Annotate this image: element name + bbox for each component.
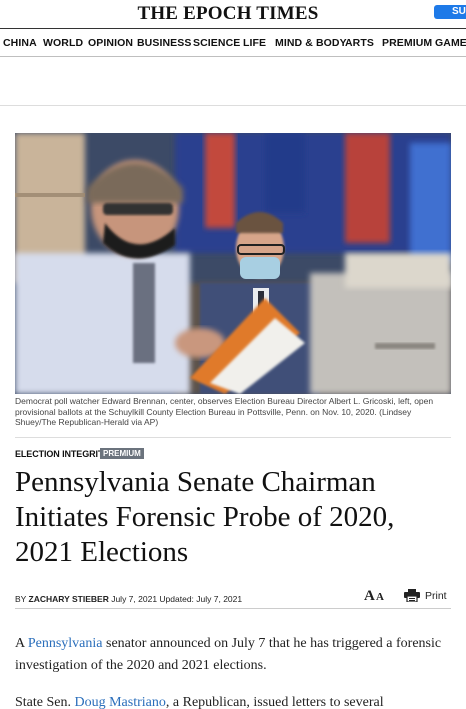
paragraph-text: State Sen. [15,695,75,709]
main-nav: CHINA WORLD OPINION BUSINESS SCIENCE LIF… [0,28,466,57]
font-size-small-glyph: A [376,591,384,603]
nav-item-science[interactable]: SCIENCE [193,37,240,49]
published-date: July 7, 2021 [108,594,160,604]
nav-item-opinion[interactable]: OPINION [88,37,133,49]
election-bureau-photo [15,133,451,394]
font-size-large-glyph: A [364,588,375,604]
article-paragraph: A Pennsylvania senator announced on July… [15,633,453,677]
nav-item-business[interactable]: BUSINESS [137,37,191,49]
nav-item-life[interactable]: LIFE [243,37,266,49]
masthead: THE EPOCH TIMES SUBSCRIBE [0,0,466,27]
updated-date: Updated: July 7, 2021 [159,594,243,604]
article-photo [15,133,451,394]
paragraph-text: , a Republican, issued letters to severa… [165,695,384,709]
paragraph-text: A [15,636,28,651]
print-button[interactable]: Print [425,590,447,602]
ad-space [0,57,466,106]
article-paragraph: State Sen. Doug Mastriano, a Republican,… [15,692,453,709]
divider [15,608,451,609]
nav-item-mind-body[interactable]: MIND & BODY [275,37,347,49]
premium-badge: PREMIUM [100,448,144,459]
font-size-icon[interactable]: A A [364,588,392,604]
nav-item-premium[interactable]: PREMIUM [382,37,432,49]
author-link[interactable]: ZACHARY STIEBER [29,594,109,604]
tag-link-doug-mastriano[interactable]: Doug Mastriano [75,695,166,709]
section-label[interactable]: ELECTION INTEGRITY [15,449,109,459]
photo-caption: Democrat poll watcher Edward Brennan, ce… [15,396,434,427]
byline-prefix: BY [15,594,29,604]
print-icon[interactable] [404,589,420,602]
tag-link-pennsylvania[interactable]: Pennsylvania [28,636,103,651]
byline: BY ZACHARY STIEBER July 7, 2021 Updated:… [15,594,242,604]
subscribe-button[interactable]: SUBSCRIBE [434,5,466,19]
nav-item-games[interactable]: GAMES [435,37,466,49]
nav-item-china[interactable]: CHINA [3,37,37,49]
site-logo[interactable]: THE EPOCH TIMES [0,3,456,25]
nav-item-arts[interactable]: ARTS [345,37,374,49]
divider [15,437,451,438]
article-headline: Pennsylvania Senate Chairman Initiates F… [15,466,395,568]
nav-item-world[interactable]: WORLD [43,37,83,49]
